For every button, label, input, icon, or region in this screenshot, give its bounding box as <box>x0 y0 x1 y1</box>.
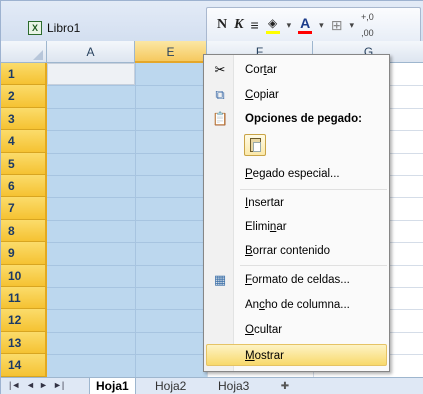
align-button[interactable]: ≡ <box>250 17 258 33</box>
italic-button[interactable]: K <box>234 17 243 33</box>
menu-item-format-cells[interactable]: ▦ Formato de celdas... <box>206 269 387 291</box>
row-header[interactable]: 8 <box>1 219 47 243</box>
tab-hoja2[interactable]: Hoja2 <box>149 378 192 394</box>
row-header[interactable]: 2 <box>1 85 47 108</box>
menu-item-label: Ancho de columna... <box>245 299 350 311</box>
selection-gridline <box>47 309 207 311</box>
menu-item-label: Pegado especial... <box>245 168 340 180</box>
menu-item-delete[interactable]: Eliminar <box>206 216 387 238</box>
menu-item-label: Cortar <box>245 64 277 76</box>
dropdown-arrow-icon[interactable]: ▾ <box>319 17 324 33</box>
row-header[interactable]: 4 <box>1 130 47 153</box>
menu-separator <box>240 265 387 266</box>
selection-gridline <box>47 354 207 356</box>
clipboard-icon <box>250 138 261 152</box>
menu-item-label: Opciones de pegado: <box>245 113 362 125</box>
dropdown-arrow-icon[interactable]: ▾ <box>349 17 354 33</box>
row-header[interactable]: 5 <box>1 152 47 175</box>
menu-item-clear-contents[interactable]: Borrar contenido <box>206 240 387 262</box>
tab-hoja3[interactable]: Hoja3 <box>212 378 255 394</box>
menu-item-label: Formato de celdas... <box>245 274 350 286</box>
increase-decimal-button[interactable]: +,0 ,00 <box>361 9 374 41</box>
fill-color-icon: ◈ <box>268 16 278 30</box>
mini-toolbar: N K ≡ ◈ ▾ A ▾ ⊞ ▾ +,0 ,00 <box>206 7 421 41</box>
fill-color-swatch <box>265 31 280 34</box>
menu-item-label: Copiar <box>245 89 279 101</box>
next-sheet-button[interactable]: ► <box>39 380 48 390</box>
column-header-e[interactable]: E <box>135 41 207 63</box>
tab-hoja1[interactable]: Hoja1 <box>89 378 136 394</box>
paste-options-header: 📋 Opciones de pegado: <box>206 108 387 130</box>
prev-sheet-button[interactable]: ◄ <box>26 380 35 390</box>
copy-icon: ⧉ <box>215 87 225 102</box>
menu-item-paste-special[interactable]: Pegado especial... <box>206 163 387 185</box>
menu-item-label: Insertar <box>245 197 284 209</box>
borders-icon[interactable]: ⊞ <box>331 17 343 33</box>
menu-item-label: Mostrar <box>245 350 284 362</box>
menu-item-label: Ocultar <box>245 324 283 336</box>
decimal-line-1: +,0 <box>360 11 374 22</box>
context-menu: ✂ Cortar ⧉ Copiar 📋 Opciones de pegado: … <box>203 54 390 372</box>
row-header[interactable]: 12 <box>1 309 47 332</box>
dropdown-arrow-icon[interactable]: ▾ <box>287 17 292 33</box>
selection-gridline <box>47 264 207 266</box>
row-header[interactable]: 14 <box>1 354 47 377</box>
bold-button[interactable]: N <box>217 17 227 33</box>
selection-gridline <box>47 85 207 87</box>
menu-item-unhide[interactable]: Mostrar <box>206 344 387 366</box>
selection-gridline <box>47 242 207 244</box>
row-header[interactable]: 9 <box>1 242 47 265</box>
selection-gridline <box>47 287 207 288</box>
last-sheet-button[interactable]: ►| <box>53 380 64 390</box>
menu-separator <box>240 189 387 190</box>
row-header[interactable]: 13 <box>1 331 47 355</box>
row-header[interactable]: 6 <box>1 175 47 198</box>
selection-gridline <box>47 175 207 176</box>
sheet-tab-bar: |◄ ◄ ► ►| Hoja1 Hoja2 Hoja3 ✚ <box>1 377 423 394</box>
excel-doc-icon: X <box>28 21 42 35</box>
selection-gridline <box>47 107 207 109</box>
paste-option-button[interactable] <box>244 134 266 156</box>
active-cell[interactable] <box>47 63 135 85</box>
row-header[interactable]: 3 <box>1 107 47 131</box>
selection-gridline <box>47 152 207 154</box>
selection-gridline <box>47 219 207 221</box>
excel-window: X Libro1 N K ≡ ◈ ▾ A ▾ ⊞ ▾ +,0 ,00 A E F… <box>0 0 423 394</box>
select-all-corner[interactable] <box>1 41 47 63</box>
new-sheet-icon[interactable]: ✚ <box>273 378 297 394</box>
font-color-icon: A <box>300 15 311 31</box>
row-header[interactable]: 1 <box>1 63 47 86</box>
format-cells-icon: ▦ <box>213 272 227 287</box>
font-color-button[interactable]: A <box>298 15 313 34</box>
menu-item-column-width[interactable]: Ancho de columna... <box>206 294 387 316</box>
selection-gridline <box>47 331 207 333</box>
first-sheet-button[interactable]: |◄ <box>9 380 20 390</box>
selection-gridline <box>47 197 207 199</box>
selection-gridline <box>47 130 207 132</box>
menu-item-hide[interactable]: Ocultar <box>206 319 387 341</box>
menu-item-label: Eliminar <box>245 221 287 233</box>
gridline-vertical <box>135 63 136 377</box>
row-header[interactable]: 10 <box>1 264 47 287</box>
column-header-a[interactable]: A <box>47 41 135 63</box>
menu-item-label: Borrar contenido <box>245 245 331 257</box>
decimal-line-2: ,00 <box>361 27 374 38</box>
font-color-swatch <box>298 31 313 34</box>
menu-item-insert[interactable]: Insertar <box>206 192 387 214</box>
scissors-icon: ✂ <box>214 62 226 77</box>
row-header[interactable]: 7 <box>1 197 47 220</box>
document-title: Libro1 <box>47 21 81 35</box>
menu-item-cut[interactable]: ✂ Cortar <box>206 59 387 81</box>
fill-color-button[interactable]: ◈ <box>265 15 280 34</box>
row-header[interactable]: 11 <box>1 287 47 310</box>
paste-icon: 📋 <box>212 111 229 126</box>
menu-item-copy[interactable]: ⧉ Copiar <box>206 84 387 106</box>
